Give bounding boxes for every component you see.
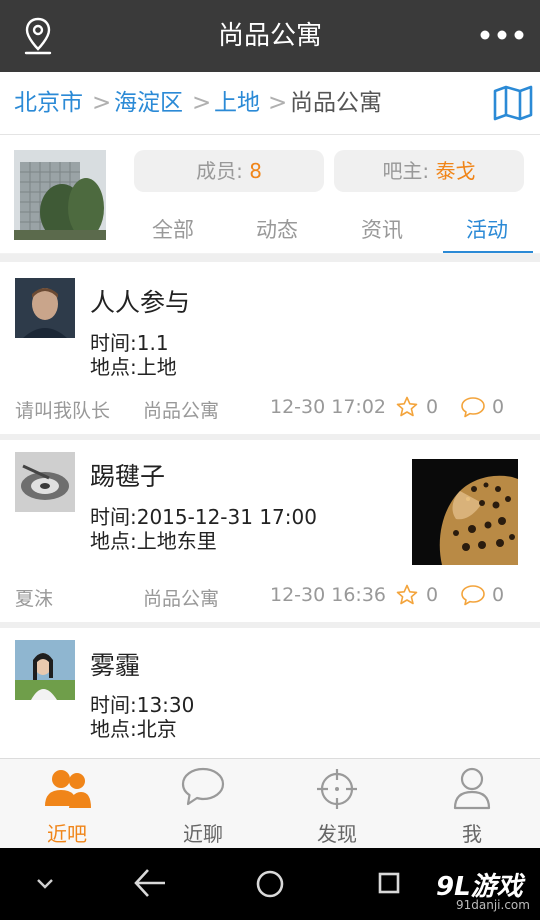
post-location: 地点:上地 <box>90 355 177 379</box>
group-building-image <box>14 150 106 240</box>
people-icon[interactable] <box>44 768 92 810</box>
post-group: 尚品公寓 <box>143 588 220 610</box>
nav-label-chat[interactable]: 近聊 <box>158 818 248 847</box>
breadcrumb-separator: > <box>192 90 212 116</box>
post-location: 地点:北京 <box>90 717 177 741</box>
watermark-site: 91danji.com <box>456 898 530 912</box>
post-title[interactable]: 雾霾 <box>90 646 140 682</box>
recent-apps-icon[interactable] <box>374 868 404 898</box>
breadcrumb-separator: > <box>92 90 112 116</box>
post-date: 12-30 17:02 <box>270 396 387 418</box>
comment-icon[interactable] <box>460 584 486 606</box>
tab-news[interactable]: 资讯 <box>333 206 431 254</box>
star-count: 0 <box>426 584 439 606</box>
star-icon[interactable] <box>396 396 418 418</box>
avatar[interactable] <box>15 640 75 700</box>
nav-label-nearby-group[interactable]: 近吧 <box>22 818 112 847</box>
tab-activities[interactable]: 活动 <box>438 206 536 254</box>
comment-count: 0 <box>492 584 505 606</box>
members-pill: 成员: 8 <box>134 150 324 192</box>
breadcrumb-city[interactable]: 北京市 <box>14 72 83 134</box>
breadcrumb-area[interactable]: 上地 <box>214 72 260 134</box>
active-tab-indicator <box>443 251 533 253</box>
owner-name[interactable]: 泰戈 <box>436 159 476 183</box>
comment-count: 0 <box>492 396 505 418</box>
members-label: 成员: <box>196 159 243 183</box>
star-count: 0 <box>426 396 439 418</box>
nav-label-me[interactable]: 我 <box>427 818 517 847</box>
top-bar: 尚品公寓 <box>0 0 540 72</box>
tab-updates[interactable]: 动态 <box>228 206 326 254</box>
post-author[interactable]: 夏沫 <box>15 584 53 611</box>
breadcrumb-district[interactable]: 海淀区 <box>114 72 183 134</box>
crosshair-icon[interactable] <box>316 768 358 810</box>
owner-label: 吧主: <box>382 159 430 183</box>
tab-all[interactable]: 全部 <box>124 206 222 254</box>
post-image[interactable] <box>412 459 518 565</box>
breadcrumb-current: 尚品公寓 <box>290 90 382 116</box>
post-author[interactable]: 请叫我队长 <box>15 396 110 423</box>
map-icon[interactable] <box>492 84 534 122</box>
avatar[interactable] <box>15 452 75 512</box>
back-icon[interactable] <box>132 866 168 900</box>
location-icon[interactable] <box>22 16 54 56</box>
post-title[interactable]: 踢毽子 <box>90 457 165 493</box>
post-date: 12-30 16:36 <box>270 584 387 606</box>
page-title: 尚品公寓 <box>217 21 322 51</box>
members-count: 8 <box>249 159 262 183</box>
section-separator <box>0 254 540 262</box>
chat-icon[interactable] <box>180 766 226 808</box>
avatar[interactable] <box>15 278 75 338</box>
breadcrumb: 北京市 > 海淀区 > 上地 > 尚品公寓 <box>0 72 540 135</box>
breadcrumb-separator: > <box>268 90 288 116</box>
post-location: 地点:上地东里 <box>90 529 217 553</box>
post-title[interactable]: 人人参与 <box>90 283 190 319</box>
nav-label-discover[interactable]: 发现 <box>292 818 382 847</box>
more-icon[interactable] <box>478 24 526 46</box>
owner-pill: 吧主: 泰戈 <box>334 150 524 192</box>
chevron-down-icon[interactable] <box>34 874 56 892</box>
person-icon[interactable] <box>452 766 492 810</box>
comment-icon[interactable] <box>460 396 486 418</box>
star-icon[interactable] <box>396 584 418 606</box>
home-icon[interactable] <box>254 868 286 900</box>
post-group: 尚品公寓 <box>143 400 220 422</box>
post-card[interactable] <box>0 628 540 758</box>
